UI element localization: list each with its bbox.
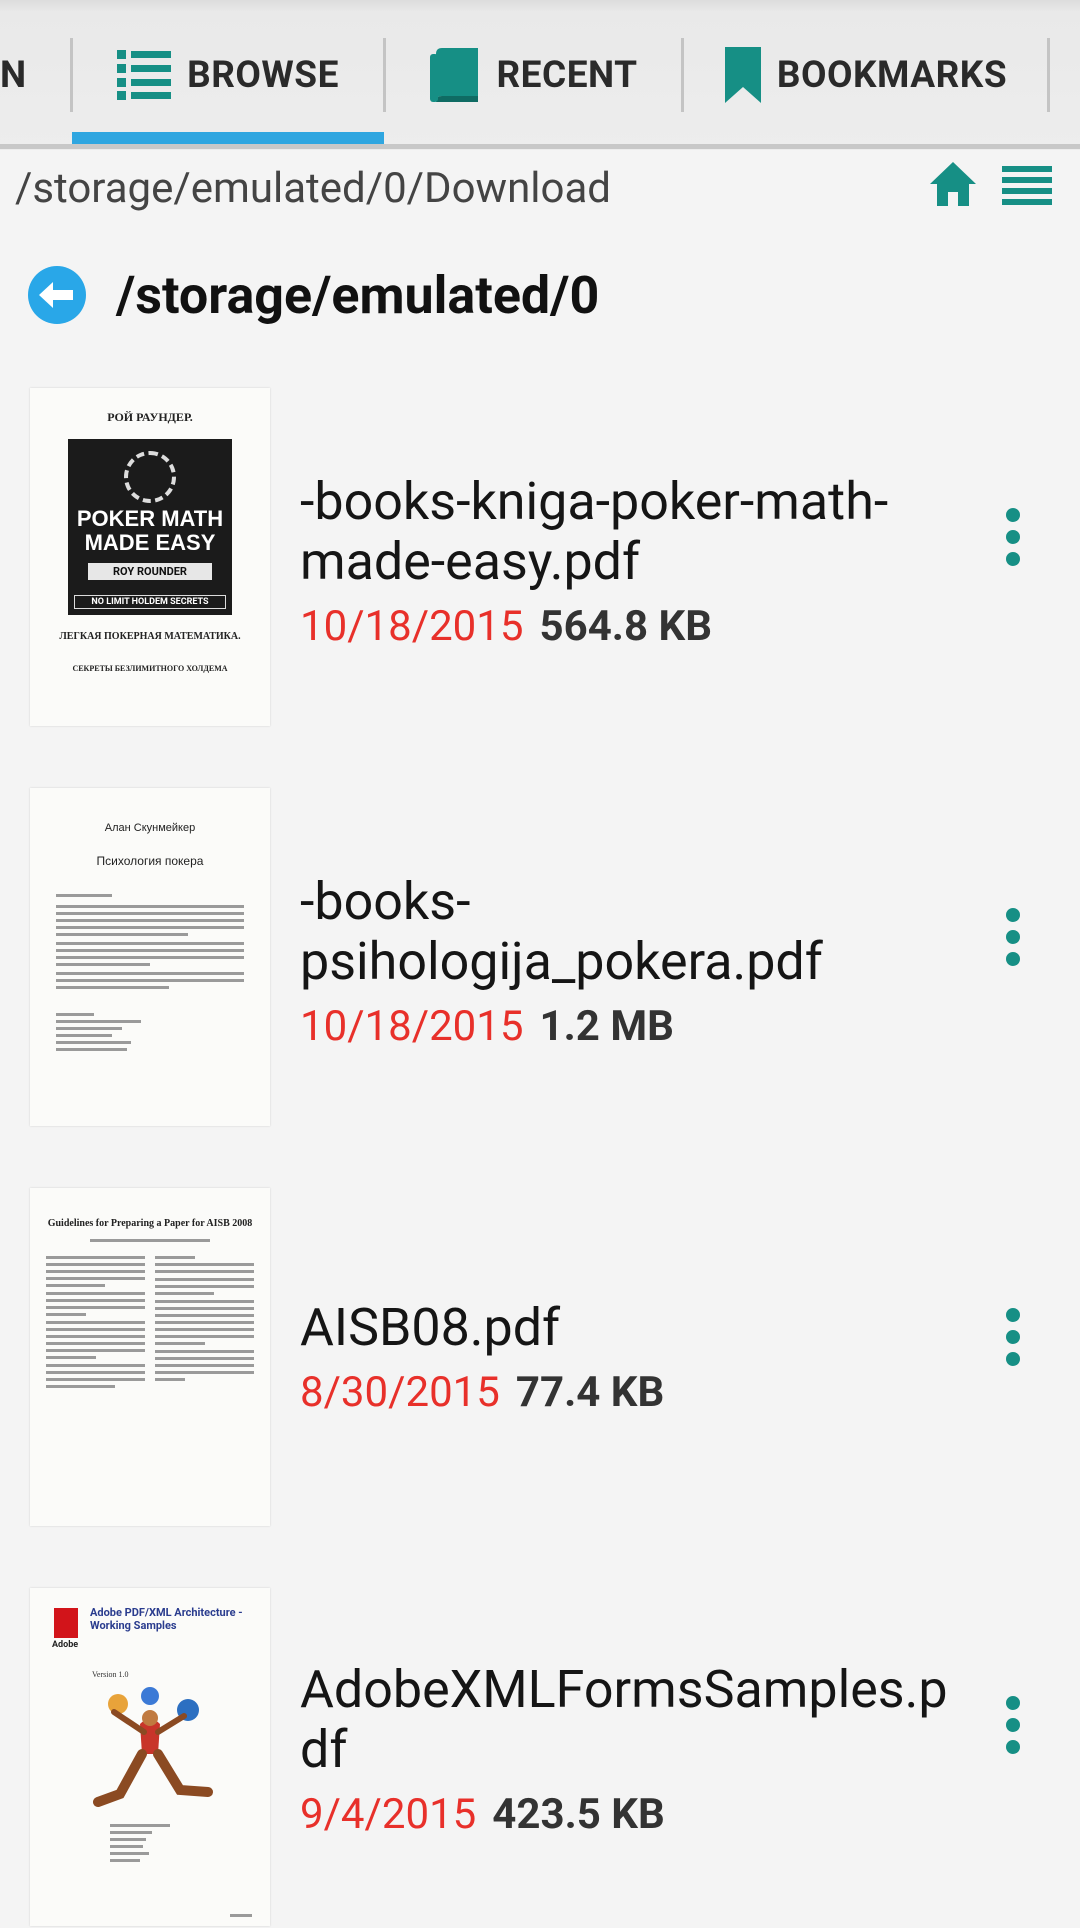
cover-title: MADE EASY (84, 530, 216, 555)
thumb-title: Guidelines for Preparing a Paper for AIS… (47, 1218, 253, 1229)
thumb-author: Алан Скунмейкер (104, 822, 196, 834)
home-icon (930, 162, 976, 206)
cover-title: POKER MATH (76, 506, 224, 531)
tab-partial-label: N (0, 53, 27, 97)
tab-browse-label: BROWSE (187, 53, 339, 97)
menu-lines-icon (1002, 166, 1052, 205)
file-name: -books-psihologija_pokera.pdf (300, 871, 823, 992)
file-size: 77.4 KB (515, 1368, 665, 1417)
file-name: AdobeXMLFormsSamples.pdf (300, 1659, 948, 1780)
tab-bar-divider (0, 144, 1080, 149)
tab-recent[interactable]: RECENT (386, 0, 682, 150)
view-menu-button[interactable] (1002, 166, 1052, 210)
file-meta: AISB08.pdf 8/30/2015 77.4 KB (300, 1297, 960, 1418)
tab-bookmarks-label: BOOKMARKS (776, 53, 1008, 97)
book-icon (430, 46, 480, 104)
cover-author: ROY ROUNDER (88, 563, 212, 580)
file-meta: AdobeXMLFormsSamples.pdf 9/4/2015 423.5 … (300, 1659, 960, 1840)
file-date: 10/18/2015 (300, 602, 524, 651)
list-item[interactable]: Алан Скунмейкер Психология покера -books… (0, 788, 1080, 1128)
file-size: 423.5 KB (492, 1790, 665, 1839)
thumb-version: Version 1.0 (92, 1670, 129, 1679)
thumb-brand: Adobe (52, 1640, 79, 1650)
bookmark-icon (724, 47, 761, 103)
list-icon (117, 50, 172, 100)
path-bar: /storage/emulated/0/Download (0, 150, 1080, 230)
adobe-logo-icon (54, 1608, 78, 1638)
more-options-icon[interactable] (1000, 1304, 1026, 1370)
cover-bar: NO LIMIT HOLDEM SECRETS (74, 595, 226, 609)
file-date: 9/4/2015 (300, 1790, 477, 1839)
back-arrow-icon[interactable] (28, 266, 86, 324)
more-options-icon[interactable] (1000, 904, 1026, 970)
file-name: AISB08.pdf (300, 1297, 561, 1358)
thumb-title: Adobe PDF/XML Architecture - Working Sam… (90, 1606, 243, 1632)
pdf-thumbnail: Adobe Adobe PDF/XML Architecture - Worki… (30, 1588, 270, 1926)
thumb-title: Психология покера (96, 854, 204, 868)
tab-recent-label: RECENT (496, 53, 638, 97)
file-date: 8/30/2015 (300, 1368, 500, 1417)
tab-bar: N BROWSE RECENT BOOKMARKS (0, 0, 1080, 150)
list-item[interactable]: Guidelines for Preparing a Paper for AIS… (0, 1188, 1080, 1528)
list-item[interactable]: РОЙ РАУНДЕР. POKER MATH MADE EASY ROY RO… (0, 388, 1080, 728)
tab-bookmarks[interactable]: BOOKMARKS (684, 0, 1048, 150)
file-name: -books-kniga-poker-math-made-easy.pdf (300, 471, 889, 592)
thumb-author: РОЙ РАУНДЕР. (107, 410, 193, 424)
parent-directory-row[interactable]: /storage/emulated/0 (28, 255, 599, 335)
more-options-icon[interactable] (1000, 1692, 1026, 1758)
thumb-subtitle: СЕКРЕТЫ БЕЗЛИМИТНОГО ХОЛДЕМА (72, 664, 228, 673)
parent-path: /storage/emulated/0 (116, 264, 600, 326)
file-size: 1.2 MB (539, 1002, 674, 1051)
juggler-illustration (93, 1687, 213, 1807)
more-options-icon[interactable] (1000, 504, 1026, 570)
current-path: /storage/emulated/0/Download (15, 164, 611, 213)
pdf-thumbnail: Guidelines for Preparing a Paper for AIS… (30, 1188, 270, 1526)
file-meta: -books-kniga-poker-math-made-easy.pdf 10… (300, 471, 960, 652)
tab-browse[interactable]: BROWSE (72, 0, 384, 150)
pdf-thumbnail: РОЙ РАУНДЕР. POKER MATH MADE EASY ROY RO… (30, 388, 270, 726)
pdf-thumbnail: Алан Скунмейкер Психология покера (30, 788, 270, 1126)
file-size: 564.8 KB (539, 602, 713, 651)
list-item[interactable]: Adobe Adobe PDF/XML Architecture - Worki… (0, 1588, 1080, 1928)
book-cover: POKER MATH MADE EASY ROY ROUNDER NO LIMI… (68, 439, 232, 615)
file-meta: -books-psihologija_pokera.pdf 10/18/2015… (300, 871, 960, 1052)
tab-partial[interactable]: N (0, 0, 40, 150)
tab-divider (1047, 38, 1050, 112)
thumb-subtitle: ЛЕГКАЯ ПОКЕРНАЯ МАТЕМАТИКА. (59, 631, 241, 642)
home-button[interactable] (928, 160, 978, 212)
file-date: 10/18/2015 (300, 1002, 524, 1051)
